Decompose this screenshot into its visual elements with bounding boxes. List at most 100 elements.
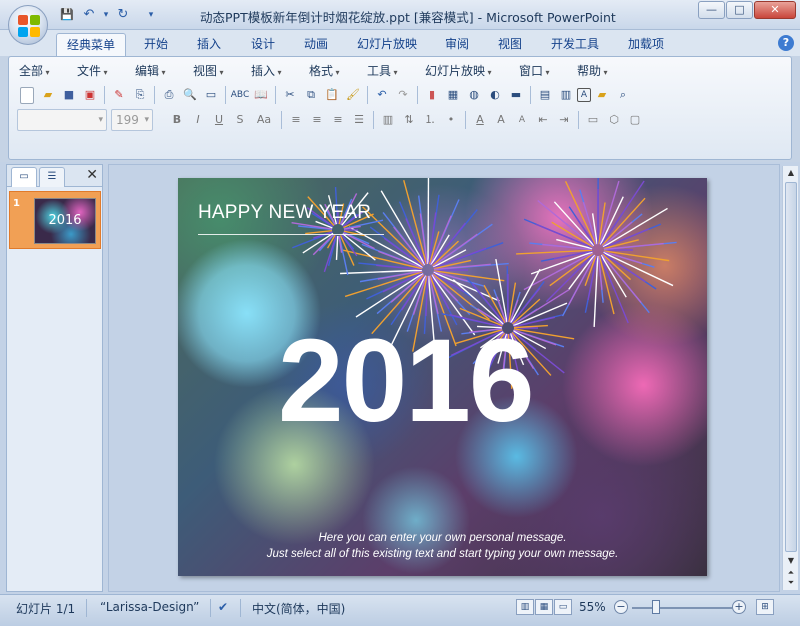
research-icon[interactable]: 📖 xyxy=(251,85,271,105)
menu-tools[interactable]: 工具 xyxy=(367,61,398,83)
slide-thumbnail[interactable]: 1 2016 xyxy=(9,191,101,249)
font-size-select[interactable]: 199 xyxy=(111,109,153,131)
attach-icon[interactable]: ⎘ xyxy=(130,85,150,105)
justify-icon[interactable]: ☰ xyxy=(349,110,369,130)
undo-icon[interactable]: ↶ xyxy=(372,85,392,105)
change-case-button[interactable]: Aa xyxy=(251,110,277,130)
zoom-in-icon[interactable]: + xyxy=(732,600,746,614)
tab-addins[interactable]: 加载项 xyxy=(618,33,674,56)
tab-insert[interactable]: 插入 xyxy=(187,33,231,56)
quick-styles-icon[interactable]: ▢ xyxy=(625,110,645,130)
columns-icon[interactable]: ▥ xyxy=(378,110,398,130)
new-document-icon[interactable] xyxy=(20,86,34,104)
shapes-icon[interactable]: ⬡ xyxy=(604,110,624,130)
tab-animation[interactable]: 动画 xyxy=(294,33,338,56)
scroll-up-icon[interactable]: ▲ xyxy=(783,168,799,177)
outline-tab-icon[interactable]: ☰ xyxy=(39,167,65,187)
decrease-indent-icon[interactable]: ⇤ xyxy=(533,110,553,130)
align-left-icon[interactable]: ≡ xyxy=(286,110,306,130)
menu-format[interactable]: 格式 xyxy=(309,61,340,83)
next-slide-icon[interactable]: ⏷ xyxy=(783,578,799,588)
shrink-font-icon[interactable]: A xyxy=(512,110,532,130)
save-as-pdf-icon[interactable]: ▣ xyxy=(80,85,100,105)
scroll-down-icon[interactable]: ▼ xyxy=(783,556,799,565)
tab-home[interactable]: 开始 xyxy=(134,33,178,56)
slide-sorter-icon[interactable]: ▦ xyxy=(535,599,553,615)
menu-all[interactable]: 全部 xyxy=(19,61,50,83)
menu-edit[interactable]: 编辑 xyxy=(135,61,166,83)
copy-icon[interactable]: ⧉ xyxy=(301,85,321,105)
find-icon[interactable]: ⌕ xyxy=(613,85,633,105)
permission-icon[interactable]: ✎ xyxy=(109,85,129,105)
fit-to-window-icon[interactable]: ⊞ xyxy=(756,599,774,615)
spell-check-status-icon[interactable]: ✔ xyxy=(218,600,228,614)
previous-slide-icon[interactable]: ⏶ xyxy=(783,568,799,578)
menu-view[interactable]: 视图 xyxy=(193,61,224,83)
insert-picture-icon[interactable]: ◍ xyxy=(464,85,484,105)
paste-icon[interactable]: 📋 xyxy=(322,85,342,105)
slides-tab-icon[interactable]: ▭ xyxy=(11,167,37,187)
customize-qat-icon[interactable]: ▾ xyxy=(146,6,156,24)
message-line-1[interactable]: Here you can enter your own personal mes… xyxy=(178,532,707,544)
tab-view[interactable]: 视图 xyxy=(488,33,532,56)
zoom-slider-thumb[interactable] xyxy=(652,600,660,614)
message-line-2[interactable]: Just select all of this existing text an… xyxy=(178,548,707,560)
zoom-level[interactable]: 55% xyxy=(579,600,606,614)
grow-font-icon[interactable]: A xyxy=(491,110,511,130)
menu-slideshow[interactable]: 幻灯片放映 xyxy=(425,61,492,83)
menu-window[interactable]: 窗口 xyxy=(519,61,550,83)
shadow-button[interactable]: S xyxy=(230,110,250,130)
bullets-icon[interactable]: • xyxy=(441,110,461,130)
font-color-icon[interactable]: A xyxy=(470,110,490,130)
undo-icon[interactable]: ↶ xyxy=(80,6,98,24)
insert-table-icon[interactable]: ▦ xyxy=(443,85,463,105)
save-icon[interactable]: 💾 xyxy=(58,6,76,24)
align-right-icon[interactable]: ≡ xyxy=(328,110,348,130)
tab-slideshow[interactable]: 幻灯片放映 xyxy=(347,33,427,56)
arrange-icon[interactable]: ▭ xyxy=(583,110,603,130)
help-icon[interactable]: ? xyxy=(778,35,794,51)
vertical-scrollbar[interactable]: ▲ ▼ ⏶ ⏷ xyxy=(782,166,798,590)
text-box-icon[interactable]: A xyxy=(577,88,591,102)
language-status[interactable]: 中文(简体，中国) xyxy=(252,600,345,617)
format-painter-icon[interactable]: 🖌 xyxy=(343,85,363,105)
tab-developer[interactable]: 开发工具 xyxy=(541,33,609,56)
tab-design[interactable]: 设计 xyxy=(241,33,285,56)
menu-help[interactable]: 帮助 xyxy=(577,61,608,83)
print-icon[interactable]: ⎙ xyxy=(159,85,179,105)
redo-icon[interactable]: ↻ xyxy=(114,6,132,24)
zoom-out-icon[interactable]: − xyxy=(614,600,628,614)
scrollbar-thumb[interactable] xyxy=(785,182,797,552)
print-preview-icon[interactable]: 🔍 xyxy=(180,85,200,105)
normal-view-icon[interactable]: ▥ xyxy=(516,599,534,615)
minimize-button[interactable]: — xyxy=(698,1,725,19)
bold-button[interactable]: B xyxy=(167,110,187,130)
slide-layout-icon[interactable]: ▥ xyxy=(556,85,576,105)
cut-icon[interactable]: ✂ xyxy=(280,85,300,105)
tab-review[interactable]: 审阅 xyxy=(435,33,479,56)
zoom-slider[interactable] xyxy=(632,607,732,609)
office-button[interactable] xyxy=(8,5,48,45)
new-slide-icon[interactable]: ▤ xyxy=(535,85,555,105)
color-grayscale-icon[interactable]: ◐ xyxy=(485,85,505,105)
page-setup-icon[interactable]: ▭ xyxy=(201,85,221,105)
menu-file[interactable]: 文件 xyxy=(77,61,108,83)
numbering-icon[interactable]: ⒈ xyxy=(420,110,440,130)
qat-dropdown-icon[interactable]: ▾ xyxy=(102,6,110,24)
menu-insert[interactable]: 插入 xyxy=(251,61,282,83)
open-folder-icon[interactable]: ▰ xyxy=(38,85,58,105)
save-icon[interactable]: ■ xyxy=(59,85,79,105)
slide-color-icon[interactable]: ▬ xyxy=(506,85,526,105)
close-button[interactable]: ✕ xyxy=(754,1,796,19)
panel-close-icon[interactable]: ✕ xyxy=(86,167,98,183)
font-name-select[interactable] xyxy=(17,109,107,131)
year-text[interactable]: 2016 xyxy=(278,322,535,440)
insert-chart-icon[interactable]: ▮ xyxy=(422,85,442,105)
increase-indent-icon[interactable]: ⇥ xyxy=(554,110,574,130)
redo-icon[interactable]: ↷ xyxy=(393,85,413,105)
italic-button[interactable]: I xyxy=(188,110,208,130)
align-center-icon[interactable]: ≡ xyxy=(307,110,327,130)
underline-button[interactable]: U xyxy=(209,110,229,130)
open-icon[interactable]: ▰ xyxy=(592,85,612,105)
slide-canvas[interactable]: HAPPY NEW YEAR 2016 Here you can enter y… xyxy=(178,178,707,576)
